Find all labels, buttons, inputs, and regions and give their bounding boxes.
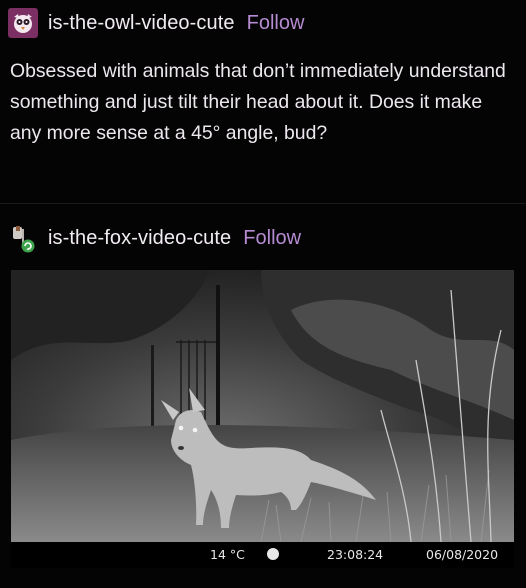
- follow-button[interactable]: Follow: [243, 227, 301, 250]
- post-divider: [0, 203, 526, 204]
- date-readout: 06/08/2020: [426, 547, 499, 562]
- username[interactable]: is-the-owl-video-cute: [48, 12, 235, 35]
- camera-info-bar: 14 °C 23:08:24 06/08/2020: [11, 542, 514, 568]
- trail-camera-video[interactable]: 14 °C 23:08:24 06/08/2020: [11, 270, 514, 568]
- fox-video-frame: [11, 270, 514, 542]
- post-body-text: Obsessed with animals that don’t immedia…: [10, 60, 506, 144]
- fox-avatar-icon[interactable]: [8, 223, 38, 253]
- post-header-fox: is-the-fox-video-cute Follow: [8, 223, 301, 253]
- post-header-owl: is-the-owl-video-cute Follow: [8, 8, 304, 38]
- temperature-readout: 14 °C: [210, 547, 245, 562]
- username[interactable]: is-the-fox-video-cute: [48, 227, 231, 250]
- owl-avatar-icon[interactable]: [8, 8, 38, 38]
- follow-button[interactable]: Follow: [247, 12, 305, 35]
- time-readout: 23:08:24: [327, 547, 384, 562]
- moon-phase-icon: [267, 548, 279, 560]
